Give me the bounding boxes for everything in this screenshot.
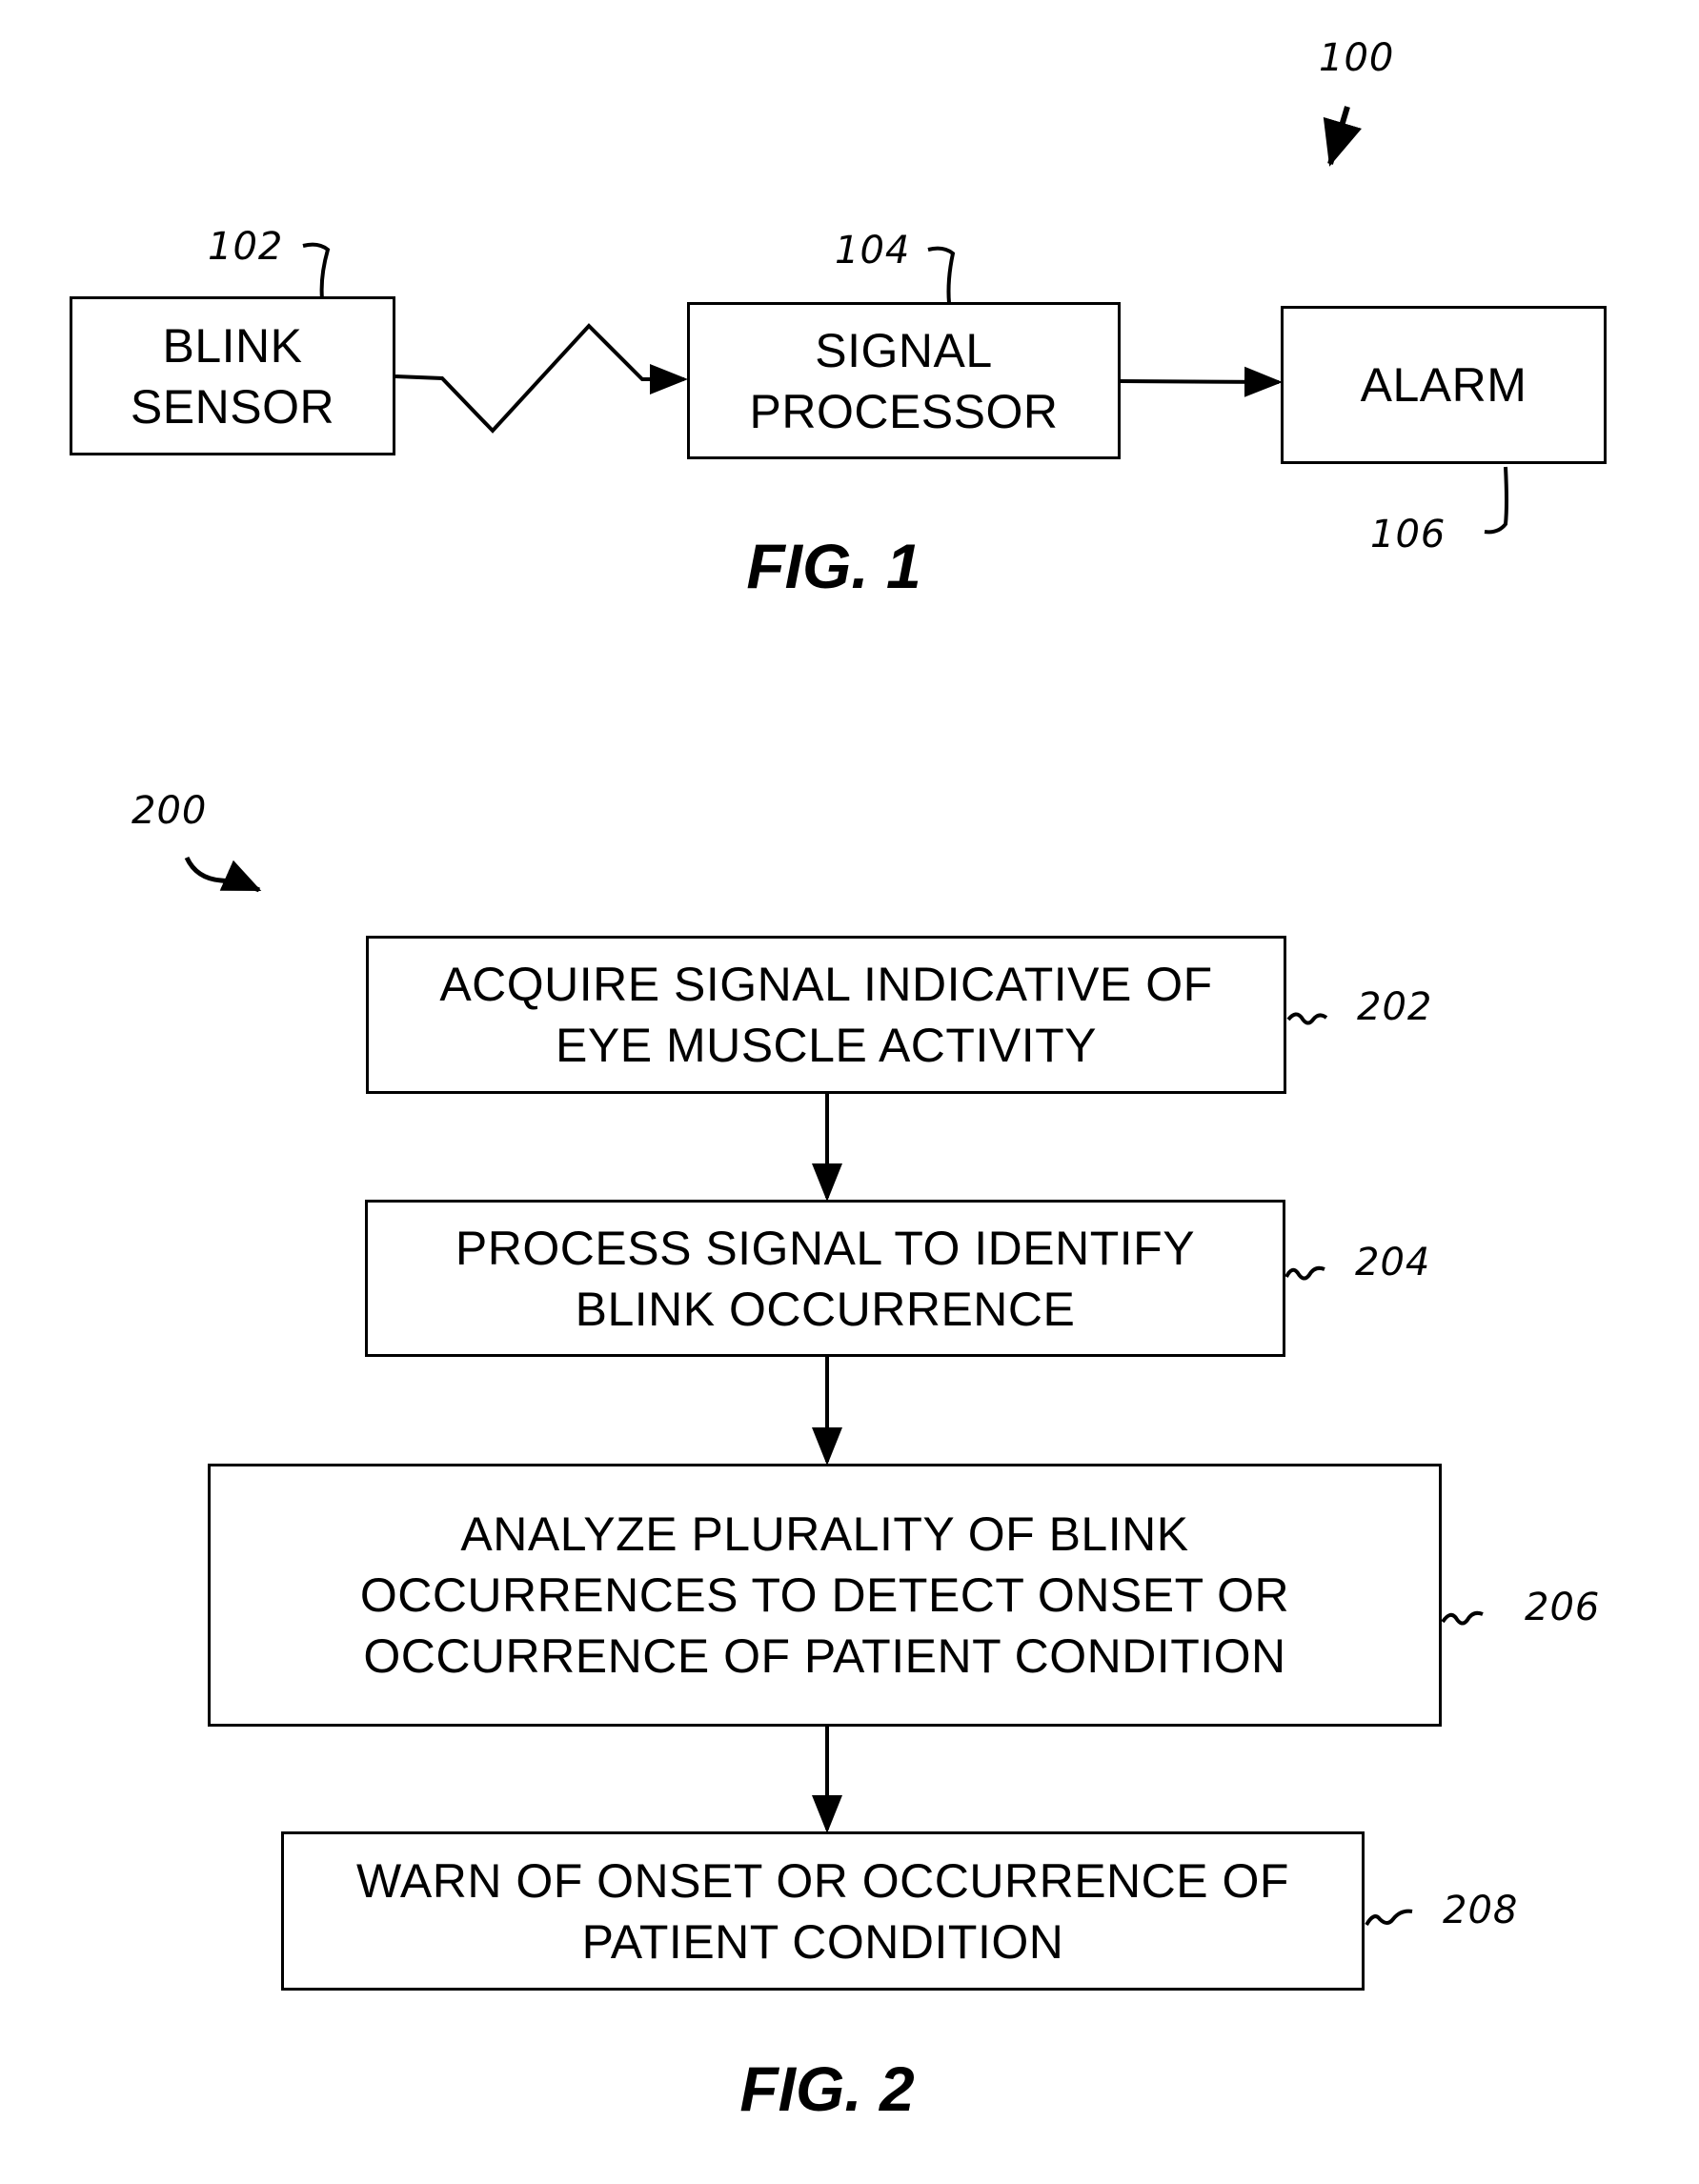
step-202-block: ACQUIRE SIGNAL INDICATIVE OF EYE MUSCLE … (366, 936, 1286, 1094)
ref-100: 100 (1319, 36, 1395, 80)
ref-202: 202 (1357, 985, 1433, 1029)
fig1-caption: FIG. 1 (746, 531, 921, 601)
leader-206 (1441, 1610, 1484, 1626)
ref-100-arrow (1323, 106, 1363, 167)
leader-102 (302, 242, 331, 300)
step-204-block: PROCESS SIGNAL TO IDENTIFY BLINK OCCURRE… (365, 1200, 1285, 1357)
signal-processor-label: SIGNAL PROCESSOR (749, 323, 1059, 438)
ref-206: 206 (1525, 1586, 1601, 1629)
ref-102: 102 (208, 225, 284, 269)
leader-202 (1286, 1012, 1328, 1025)
leader-204 (1284, 1265, 1325, 1281)
step-204-label: PROCESS SIGNAL TO IDENTIFY BLINK OCCURRE… (455, 1221, 1196, 1336)
step-206-label: ANALYZE PLURALITY OF BLINK OCCURRENCES T… (359, 1507, 1290, 1683)
ref-200-arrow (184, 856, 262, 893)
ref-208: 208 (1443, 1889, 1519, 1932)
wireless-link-arrow (394, 323, 688, 434)
step-208-label: WARN OF ONSET OR OCCURRENCE OF PATIENT C… (356, 1853, 1289, 1969)
step-206-block: ANALYZE PLURALITY OF BLINK OCCURRENCES T… (208, 1464, 1442, 1727)
leader-208 (1365, 1909, 1413, 1927)
ref-200: 200 (131, 789, 208, 833)
step-202-label: ACQUIRE SIGNAL INDICATIVE OF EYE MUSCLE … (439, 958, 1213, 1072)
step-208-block: WARN OF ONSET OR OCCURRENCE OF PATIENT C… (281, 1831, 1365, 1991)
signal-processor-block: SIGNAL PROCESSOR (687, 302, 1121, 459)
blink-sensor-label: BLINK SENSOR (130, 318, 335, 434)
processor-to-alarm-arrow (1120, 366, 1283, 397)
blink-sensor-block: BLINK SENSOR (70, 296, 395, 455)
alarm-label: ALARM (1360, 358, 1527, 412)
ref-106: 106 (1370, 513, 1446, 556)
ref-104: 104 (835, 229, 911, 273)
leader-104 (927, 246, 956, 304)
leader-106 (1484, 466, 1508, 535)
ref-204: 204 (1355, 1241, 1431, 1284)
fig2-caption: FIG. 2 (739, 2053, 915, 2124)
alarm-block: ALARM (1281, 306, 1607, 464)
